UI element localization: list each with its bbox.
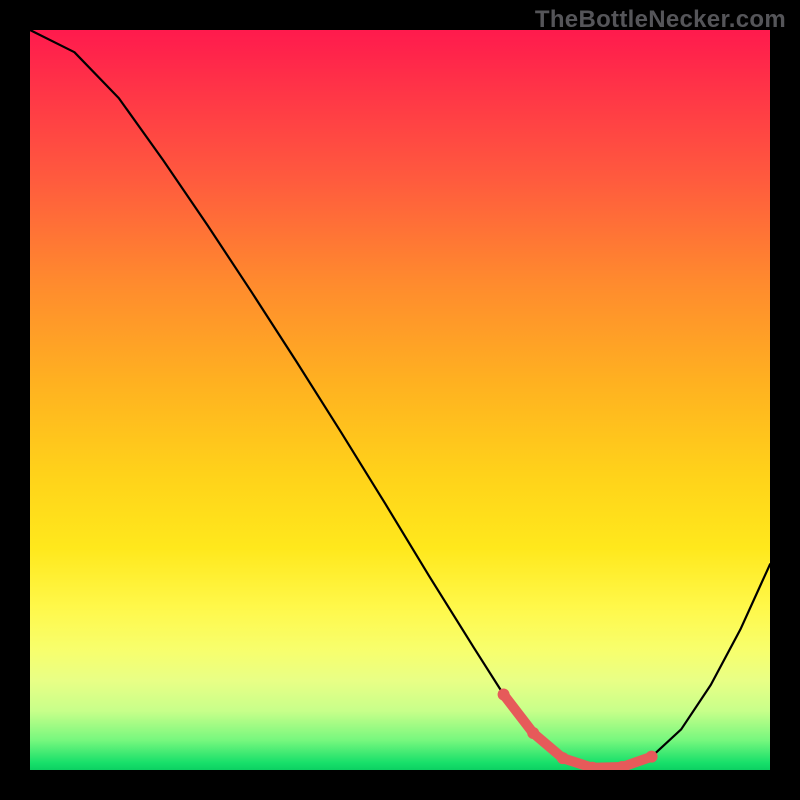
bottleneck-curve [30,30,770,768]
watermark-text: TheBottleNecker.com [535,6,786,34]
optimal-point [646,751,658,763]
plot-area [30,30,770,770]
curve-layer [30,30,770,770]
optimal-segment [504,695,652,768]
chart-frame: TheBottleNecker.com [0,0,800,800]
optimal-point [498,689,510,701]
optimal-point [557,752,569,764]
optimal-point [527,727,539,739]
